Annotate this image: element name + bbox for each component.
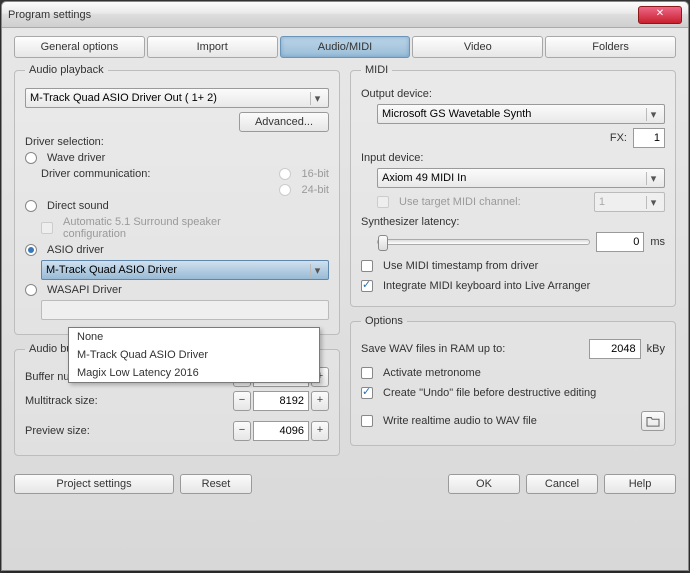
dropdown-item-mtrack[interactable]: M-Track Quad ASIO Driver xyxy=(69,346,319,364)
check-metronome[interactable] xyxy=(361,367,373,379)
chevron-down-icon: ▾ xyxy=(646,108,660,121)
midi-input-text: Axiom 49 MIDI In xyxy=(382,172,646,184)
radio-wasapi[interactable] xyxy=(25,284,37,296)
latency-slider[interactable] xyxy=(377,239,590,245)
integrate-label: Integrate MIDI keyboard into Live Arrang… xyxy=(383,280,590,292)
cancel-button[interactable]: Cancel xyxy=(526,474,598,494)
realtime-label: Write realtime audio to WAV file xyxy=(383,415,537,427)
kby-label: kBy xyxy=(647,343,665,355)
advanced-button[interactable]: Advanced... xyxy=(239,112,329,132)
chevron-down-icon: ▾ xyxy=(646,172,660,185)
multitrack-label: Multitrack size: xyxy=(25,395,145,407)
asio-device-text: M-Track Quad ASIO Driver xyxy=(46,264,310,276)
group-options: Options Save WAV files in RAM up to: kBy… xyxy=(350,315,676,446)
legend-options: Options xyxy=(361,315,407,327)
footer: Project settings Reset OK Cancel Help xyxy=(2,470,688,494)
midi-output-label: Output device: xyxy=(361,88,432,100)
ok-button[interactable]: OK xyxy=(448,474,520,494)
preview-input[interactable] xyxy=(253,421,309,441)
asio-dropdown-list[interactable]: None M-Track Quad ASIO Driver Magix Low … xyxy=(68,327,320,383)
settings-window: Program settings ✕ General options Impor… xyxy=(1,1,689,571)
folder-icon xyxy=(646,415,660,427)
plus-icon[interactable]: + xyxy=(311,421,329,441)
browse-folder-button[interactable] xyxy=(641,411,665,431)
undo-label: Create "Undo" file before destructive ed… xyxy=(383,387,596,399)
legend-midi: MIDI xyxy=(361,64,392,76)
playback-device-text: M-Track Quad ASIO Driver Out ( 1+ 2) xyxy=(30,92,310,104)
preview-stepper[interactable]: − + xyxy=(233,421,329,441)
metronome-label: Activate metronome xyxy=(383,367,481,379)
bit16-label: 16-bit xyxy=(301,168,329,180)
use-timestamp-label: Use MIDI timestamp from driver xyxy=(383,260,538,272)
project-settings-button[interactable]: Project settings xyxy=(14,474,174,494)
tab-audiomidi[interactable]: Audio/MIDI xyxy=(280,36,411,58)
save-wav-label: Save WAV files in RAM up to: xyxy=(361,343,505,355)
tab-folders[interactable]: Folders xyxy=(545,36,676,58)
bit24-label: 24-bit xyxy=(301,184,329,196)
reset-button[interactable]: Reset xyxy=(180,474,252,494)
midi-input-label: Input device: xyxy=(361,152,423,164)
radio-direct[interactable] xyxy=(25,200,37,212)
wave-label: Wave driver xyxy=(47,152,105,164)
direct-label: Direct sound xyxy=(47,200,109,212)
check-auto51 xyxy=(41,222,53,234)
multitrack-input[interactable] xyxy=(253,391,309,411)
check-use-target xyxy=(377,196,389,208)
multitrack-stepper[interactable]: − + xyxy=(233,391,329,411)
close-button[interactable]: ✕ xyxy=(638,6,682,24)
asio-device-combo[interactable]: M-Track Quad ASIO Driver ▾ xyxy=(41,260,329,280)
dropdown-item-none[interactable]: None xyxy=(69,328,319,346)
group-midi: MIDI Output device: Microsoft GS Wavetab… xyxy=(350,64,676,307)
tab-video[interactable]: Video xyxy=(412,36,543,58)
check-integrate[interactable] xyxy=(361,280,373,292)
fx-label: FX: xyxy=(610,132,627,144)
preview-label: Preview size: xyxy=(25,425,145,437)
fx-input[interactable] xyxy=(633,128,665,148)
midi-output-text: Microsoft GS Wavetable Synth xyxy=(382,108,646,120)
radio-24bit xyxy=(279,184,291,196)
tab-import[interactable]: Import xyxy=(147,36,278,58)
save-wav-input[interactable] xyxy=(589,339,641,359)
auto51-label: Automatic 5.1 Surround speaker configura… xyxy=(63,216,283,240)
help-button[interactable]: Help xyxy=(604,474,676,494)
check-realtime[interactable] xyxy=(361,415,373,427)
slider-thumb[interactable] xyxy=(378,235,388,251)
midi-input-combo[interactable]: Axiom 49 MIDI In ▾ xyxy=(377,168,665,188)
tab-general[interactable]: General options xyxy=(14,36,145,58)
chevron-down-icon: ▾ xyxy=(646,196,660,209)
latency-input[interactable] xyxy=(596,232,644,252)
check-use-timestamp[interactable] xyxy=(361,260,373,272)
synth-latency-label: Synthesizer latency: xyxy=(361,216,459,228)
titlebar[interactable]: Program settings ✕ xyxy=(2,2,688,28)
driver-comm-label: Driver communication: xyxy=(41,168,150,180)
group-audio-playback: Audio playback M-Track Quad ASIO Driver … xyxy=(14,64,340,335)
window-title: Program settings xyxy=(8,9,638,21)
use-target-label: Use target MIDI channel: xyxy=(399,196,521,208)
tab-bar: General options Import Audio/MIDI Video … xyxy=(14,36,676,58)
ms-label: ms xyxy=(650,236,665,248)
wasapi-combo xyxy=(41,300,329,320)
legend-playback: Audio playback xyxy=(25,64,108,76)
playback-device-combo[interactable]: M-Track Quad ASIO Driver Out ( 1+ 2) ▾ xyxy=(25,88,329,108)
radio-16bit xyxy=(279,168,291,180)
minus-icon[interactable]: − xyxy=(233,421,251,441)
asio-label: ASIO driver xyxy=(47,244,104,256)
chevron-down-icon: ▾ xyxy=(310,264,324,277)
wasapi-label: WASAPI Driver xyxy=(47,284,122,296)
chevron-down-icon: ▾ xyxy=(310,92,324,105)
driver-selection-label: Driver selection: xyxy=(25,136,104,148)
radio-wave[interactable] xyxy=(25,152,37,164)
plus-icon[interactable]: + xyxy=(311,391,329,411)
check-undo[interactable] xyxy=(361,387,373,399)
radio-asio[interactable] xyxy=(25,244,37,256)
dropdown-item-magix[interactable]: Magix Low Latency 2016 xyxy=(69,364,319,382)
minus-icon[interactable]: − xyxy=(233,391,251,411)
target-channel-combo: 1 ▾ xyxy=(594,192,665,212)
midi-output-combo[interactable]: Microsoft GS Wavetable Synth ▾ xyxy=(377,104,665,124)
